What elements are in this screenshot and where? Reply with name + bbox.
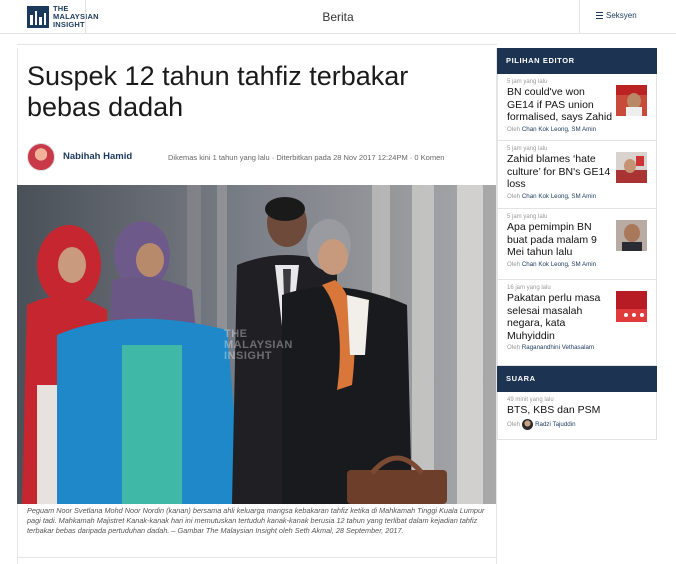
logo-wordmark: THE MALAYSIAN INSIGHT bbox=[53, 4, 99, 29]
item-thumbnail[interactable] bbox=[616, 152, 647, 183]
article-meta: Dikemas kini 1 tahun yang lalu · Diterbi… bbox=[168, 153, 445, 162]
article-divider bbox=[17, 557, 497, 558]
editor-pick-item[interactable]: 5 jam yang lalu BN could've won GE14 if … bbox=[497, 74, 657, 141]
article-title: Suspek 12 tahun tahfiz terbakar bebas da… bbox=[27, 61, 409, 122]
item-headline-link[interactable]: Zahid blames ‘hate culture’ for BN's GE1… bbox=[507, 153, 613, 191]
sidebar: PILIHAN EDITOR 5 jam yang lalu BN could'… bbox=[497, 48, 657, 440]
header-divider bbox=[85, 0, 86, 34]
item-byline: Oleh Chan Kok Leong, SM Amin bbox=[507, 192, 597, 200]
columnist-avatar bbox=[522, 418, 534, 430]
item-headline-link[interactable]: Apa pemimpin BN buat pada malam 9 Mei ta… bbox=[507, 221, 613, 259]
seksyen-menu-button[interactable]: Seksyen bbox=[596, 11, 637, 20]
pilihan-editor-heading: PILIHAN EDITOR bbox=[497, 48, 657, 74]
section-nav-berita[interactable]: Berita bbox=[322, 10, 353, 24]
item-headline-link[interactable]: BN could've won GE14 if PAS union formal… bbox=[507, 86, 613, 124]
item-byline: Oleh Radzi Tajuddin bbox=[507, 418, 648, 430]
item-author-link[interactable]: Raganandhini Vethasalam bbox=[522, 344, 594, 351]
item-byline: Oleh Chan Kok Leong, SM Amin bbox=[507, 260, 597, 268]
author-avatar[interactable] bbox=[27, 143, 55, 171]
seksyen-menu-label: Seksyen bbox=[606, 11, 637, 20]
item-byline: Oleh Chan Kok Leong, SM Amin bbox=[507, 125, 597, 133]
article-byline: Nabihah Hamid Dikemas kini 1 tahun yang … bbox=[27, 143, 487, 175]
hamburger-icon bbox=[596, 12, 603, 19]
item-headline-link[interactable]: BTS, KBS dan PSM bbox=[507, 404, 647, 417]
editor-pick-item[interactable]: 16 jam yang lalu Pakatan perlu masa sele… bbox=[497, 280, 657, 366]
editor-pick-item[interactable]: 5 jam yang lalu Apa pemimpin BN buat pad… bbox=[497, 209, 657, 280]
item-byline: Oleh Raganandhini Vethasalam bbox=[507, 344, 595, 351]
item-author-link[interactable]: Chan Kok Leong, SM Amin bbox=[522, 261, 596, 268]
item-thumbnail[interactable] bbox=[616, 85, 647, 116]
logo-mark-icon bbox=[27, 6, 49, 28]
item-headline-link[interactable]: Pakatan perlu masa selesai masalah negar… bbox=[507, 292, 613, 342]
item-timestamp: 49 minit yang lalu bbox=[507, 397, 554, 403]
item-author-link[interactable]: Radzi Tajuddin bbox=[535, 421, 575, 428]
top-navigation-bar: THE MALAYSIAN INSIGHT Berita Seksyen bbox=[0, 0, 676, 34]
header-divider bbox=[579, 0, 580, 34]
item-thumbnail[interactable] bbox=[616, 220, 647, 251]
article-hero-photo: THE MALAYSIAN INSIGHT bbox=[17, 185, 496, 504]
author-name-link[interactable]: Nabihah Hamid bbox=[63, 151, 132, 162]
suara-item[interactable]: 49 minit yang lalu BTS, KBS dan PSM Oleh… bbox=[497, 392, 657, 440]
item-thumbnail[interactable] bbox=[616, 291, 647, 322]
site-logo[interactable]: THE MALAYSIAN INSIGHT bbox=[27, 4, 99, 30]
photo-watermark: THE MALAYSIAN INSIGHT bbox=[224, 328, 293, 362]
photo-caption: Peguam Noor Svetlana Mohd Noor Nordin (k… bbox=[27, 506, 485, 536]
suara-heading: SUARA bbox=[497, 366, 657, 392]
item-author-link[interactable]: Chan Kok Leong, SM Amin bbox=[522, 193, 596, 200]
editor-pick-item[interactable]: 5 jam yang lalu Zahid blames ‘hate cultu… bbox=[497, 141, 657, 209]
article-frame-top-border bbox=[17, 44, 497, 45]
item-author-link[interactable]: Chan Kok Leong, SM Amin bbox=[522, 126, 596, 133]
